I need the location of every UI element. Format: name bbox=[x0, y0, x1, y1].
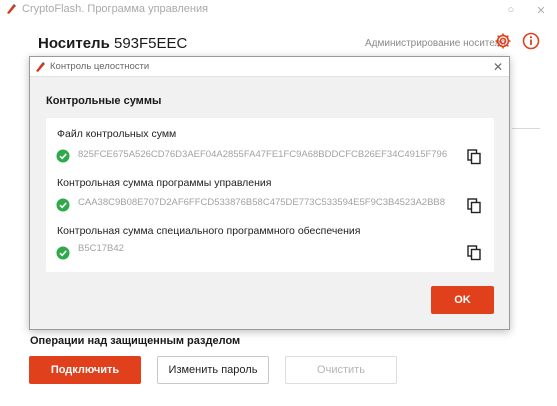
checksums-title: Контрольные суммы bbox=[46, 95, 162, 107]
media-label: Носитель bbox=[38, 35, 110, 52]
dialog-title: Контроль целостности bbox=[50, 61, 150, 72]
app-titlebar: CryptoFlash. Программа управления ○ ✕ bbox=[0, 0, 557, 20]
check-icon bbox=[56, 149, 70, 163]
copy-icon[interactable] bbox=[467, 245, 481, 261]
check-icon bbox=[56, 198, 70, 212]
close-icon[interactable]: ✕ bbox=[490, 59, 506, 75]
check-icon bbox=[56, 246, 70, 260]
media-serial: 593F5EEC bbox=[113, 35, 188, 52]
close-window-icon[interactable]: ✕ bbox=[526, 0, 556, 20]
copy-icon[interactable] bbox=[467, 149, 481, 165]
app-logo-icon bbox=[7, 4, 16, 14]
management-checksum-label: Контрольная сумма программы управления bbox=[57, 177, 272, 189]
copy-icon[interactable] bbox=[467, 198, 481, 214]
operations-title: Операции над защищенным разделом bbox=[30, 335, 241, 347]
gear-icon[interactable] bbox=[494, 32, 512, 50]
page-title: Носитель 593F5EEC bbox=[38, 35, 187, 52]
special-software-checksum-label: Контрольная сумма специального программн… bbox=[57, 225, 361, 237]
minimize-icon[interactable]: ○ bbox=[496, 0, 526, 20]
ok-button[interactable]: OK bbox=[431, 286, 494, 314]
checksum-file-label: Файл контрольных сумм bbox=[57, 128, 177, 140]
dialog-app-icon bbox=[36, 62, 45, 72]
app-title: CryptoFlash. Программа управления bbox=[22, 3, 209, 15]
dialog-titlebar: Контроль целостности ✕ bbox=[30, 57, 509, 77]
change-password-button[interactable]: Изменить пароль bbox=[157, 356, 269, 384]
info-icon[interactable] bbox=[522, 32, 540, 50]
checksums-card: Файл контрольных сумм 825FCE675A526CD76D… bbox=[46, 118, 494, 272]
management-checksum-value: CAA38C9B08E707D2AF6FFCD533876B58C475DE77… bbox=[78, 197, 446, 208]
clear-button[interactable]: Очистить bbox=[285, 356, 397, 384]
connect-button[interactable]: Подключить bbox=[29, 356, 141, 384]
integrity-dialog: Контроль целостности ✕ Контрольные суммы… bbox=[29, 56, 510, 330]
background-divider bbox=[512, 128, 540, 129]
checksum-file-value: 825FCE675A526CD76D3AEF04A2855FA47FE1FC9A… bbox=[78, 149, 448, 160]
admin-link[interactable]: Администрирование носителя bbox=[365, 38, 506, 49]
special-software-checksum-value: B5C17B42 bbox=[78, 243, 124, 254]
